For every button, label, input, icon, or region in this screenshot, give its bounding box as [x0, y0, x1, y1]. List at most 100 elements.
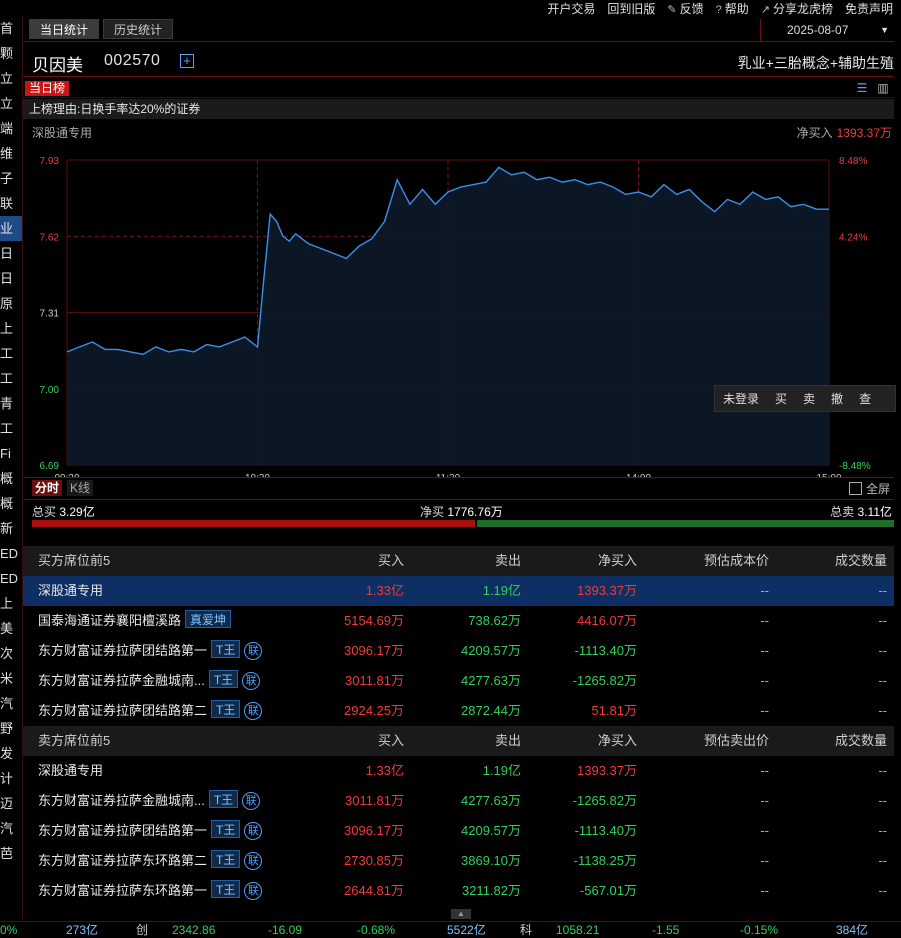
cancel-order-button[interactable]: 撤 — [823, 390, 851, 407]
left-list-item[interactable]: 野 — [0, 716, 22, 741]
lian-icon[interactable]: 联 — [244, 882, 263, 900]
sell-button[interactable]: 卖 — [795, 390, 823, 407]
seat-name[interactable]: 深股通专用 — [38, 763, 103, 778]
qty-value: -- — [878, 673, 887, 688]
seat-tag[interactable]: T王 — [208, 670, 239, 688]
seat-tag[interactable]: T王 — [208, 790, 239, 808]
left-list-item[interactable]: 立 — [0, 91, 22, 116]
left-list-item[interactable]: 工 — [0, 416, 22, 441]
left-list-item[interactable]: 维 — [0, 141, 22, 166]
query-button[interactable]: 查 — [851, 390, 879, 407]
seat-name[interactable]: 东方财富证券拉萨团结路第二 — [38, 703, 207, 718]
seat-row[interactable]: 东方财富证券拉萨金融城南... T王联 3011.81万 4277.63万 -1265.… — [23, 666, 894, 696]
lian-icon[interactable]: 联 — [244, 852, 263, 870]
left-list-item[interactable]: ED — [0, 541, 22, 566]
seat-row[interactable]: 东方财富证券拉萨金融城南... T王联 3011.81万 4277.63万 -1265.… — [23, 786, 894, 816]
sell-value: 4277.63万 — [461, 793, 521, 808]
seat-name[interactable]: 东方财富证券拉萨团结路第一 — [38, 823, 207, 838]
seat-tag[interactable]: T王 — [211, 820, 241, 838]
left-list-item[interactable]: 上 — [0, 591, 22, 616]
left-list-item[interactable]: 颗 — [0, 41, 22, 66]
seat-row[interactable]: 东方财富证券拉萨东环路第二 T王联 2730.85万 3869.10万 -1138.25… — [23, 846, 894, 876]
left-list-item[interactable]: 工 — [0, 341, 22, 366]
menu-open-trade[interactable]: 开户交易 — [547, 0, 595, 17]
cost-value: -- — [760, 643, 769, 658]
seat-row[interactable]: 深股通专用 1.33亿 1.19亿 1393.37万 -- -- — [23, 576, 894, 606]
seat-row[interactable]: 东方财富证券拉萨团结路第一 T王联 3096.17万 4209.57万 -1113.40… — [23, 816, 894, 846]
seat-tag[interactable]: T王 — [211, 700, 241, 718]
tab-daily-stats[interactable]: 当日统计 — [29, 19, 99, 39]
seat-row[interactable]: 东方财富证券拉萨东环路第一 T王联 2644.81万 3211.82万 -567.01万… — [23, 876, 894, 906]
left-list-item[interactable]: 汽 — [0, 816, 22, 841]
left-list-item[interactable]: 首 — [0, 16, 22, 41]
menu-help[interactable]: ? 帮助 — [716, 0, 749, 17]
seat-tag[interactable]: T王 — [211, 880, 241, 898]
lian-icon[interactable]: 联 — [242, 792, 261, 810]
tab-fenshi[interactable]: 分时 — [32, 480, 63, 496]
add-watchlist-button[interactable]: + — [180, 54, 194, 68]
left-list-item[interactable]: 业 — [0, 216, 22, 241]
seat-name[interactable]: 东方财富证券拉萨东环路第一 — [38, 883, 207, 898]
stat-tabs: 当日统计 历史统计 2025-08-07 ▼ — [23, 16, 894, 42]
left-list-item[interactable]: 计 — [0, 766, 22, 791]
login-status[interactable]: 未登录 — [715, 390, 767, 407]
left-list-item[interactable]: 次 — [0, 641, 22, 666]
qty-value: -- — [878, 883, 887, 898]
left-list-item[interactable]: 端 — [0, 116, 22, 141]
seat-row[interactable]: 国泰海通证券襄阳檀溪路 真爱坤 5154.69万 738.62万 4416.07万 -- -… — [23, 606, 894, 636]
seat-tag[interactable]: 真爱坤 — [185, 610, 232, 628]
left-list-item[interactable]: 立 — [0, 66, 22, 91]
menu-disclaimer[interactable]: 免责声明 — [845, 0, 893, 17]
fullscreen-button[interactable]: 全屏 — [848, 480, 890, 497]
left-list-item[interactable]: 联 — [0, 191, 22, 216]
seat-name[interactable]: 东方财富证券拉萨金融城南... — [38, 673, 205, 688]
list-view-icon[interactable]: ☰ — [855, 81, 869, 95]
left-list-item[interactable]: ED — [0, 566, 22, 591]
left-list-item[interactable]: Fi — [0, 441, 22, 466]
left-list-item[interactable]: 迈 — [0, 791, 22, 816]
menu-share[interactable]: ↗ 分享龙虎榜 — [761, 0, 833, 17]
chart-view-icon[interactable]: ▥ — [876, 81, 890, 95]
seat-name[interactable]: 国泰海通证券襄阳檀溪路 — [38, 613, 181, 628]
lian-icon[interactable]: 联 — [242, 672, 261, 690]
menu-feedback[interactable]: ✎ 反馈 — [667, 0, 703, 17]
left-list-item[interactable]: 日 — [0, 241, 22, 266]
left-list-item[interactable]: 概 — [0, 491, 22, 516]
left-list-item[interactable]: 汽 — [0, 691, 22, 716]
left-list-item[interactable]: 青 — [0, 391, 22, 416]
seat-row[interactable]: 东方财富证券拉萨团结路第二 T王联 2924.25万 2872.44万 51.81万 --… — [23, 696, 894, 726]
left-list-item[interactable]: 芭 — [0, 841, 22, 866]
seat-name[interactable]: 东方财富证券拉萨团结路第一 — [38, 643, 207, 658]
left-list-item[interactable]: 米 — [0, 666, 22, 691]
seat-row[interactable]: 东方财富证券拉萨团结路第一 T王联 3096.17万 4209.57万 -1113.40… — [23, 636, 894, 666]
y-tick-label: 7.00 — [40, 385, 60, 396]
scroll-up-button[interactable]: ▲ — [451, 909, 471, 919]
date-select[interactable]: 2025-08-07 ▼ — [760, 19, 893, 41]
lian-icon[interactable]: 联 — [244, 822, 263, 840]
seat-name[interactable]: 东方财富证券拉萨金融城南... — [38, 793, 205, 808]
share-icon: ↗ — [760, 3, 770, 16]
lian-icon[interactable]: 联 — [244, 642, 263, 660]
tab-kline[interactable]: K线 — [67, 480, 94, 496]
left-list-item[interactable]: 日 — [0, 266, 22, 291]
left-list-item[interactable]: 子 — [0, 166, 22, 191]
buy-button[interactable]: 买 — [767, 390, 795, 407]
seat-tag[interactable]: T王 — [211, 850, 241, 868]
seat-name[interactable]: 东方财富证券拉萨东环路第二 — [38, 853, 207, 868]
buy-value: 1.33亿 — [365, 763, 404, 778]
seat-name[interactable]: 深股通专用 — [38, 583, 103, 598]
tab-history-stats[interactable]: 历史统计 — [103, 19, 173, 39]
left-list-item[interactable]: 概 — [0, 466, 22, 491]
seat-tag[interactable]: T王 — [211, 640, 241, 658]
stock-name[interactable]: 贝因美 — [32, 51, 83, 76]
price-line-chart[interactable]: 7.938.48%7.624.24%7.317.00-4.24%6.69-8.4… — [23, 120, 894, 478]
left-list-item[interactable]: 上 — [0, 316, 22, 341]
left-list-item[interactable]: 原 — [0, 291, 22, 316]
left-list-item[interactable]: 新 — [0, 516, 22, 541]
left-list-item[interactable]: 工 — [0, 366, 22, 391]
menu-back-old[interactable]: 回到旧版 — [607, 0, 655, 17]
lian-icon[interactable]: 联 — [244, 702, 263, 720]
left-list-item[interactable]: 美 — [0, 616, 22, 641]
left-list-item[interactable]: 发 — [0, 741, 22, 766]
seat-row[interactable]: 深股通专用 1.33亿 1.19亿 1393.37万 -- -- — [23, 756, 894, 786]
